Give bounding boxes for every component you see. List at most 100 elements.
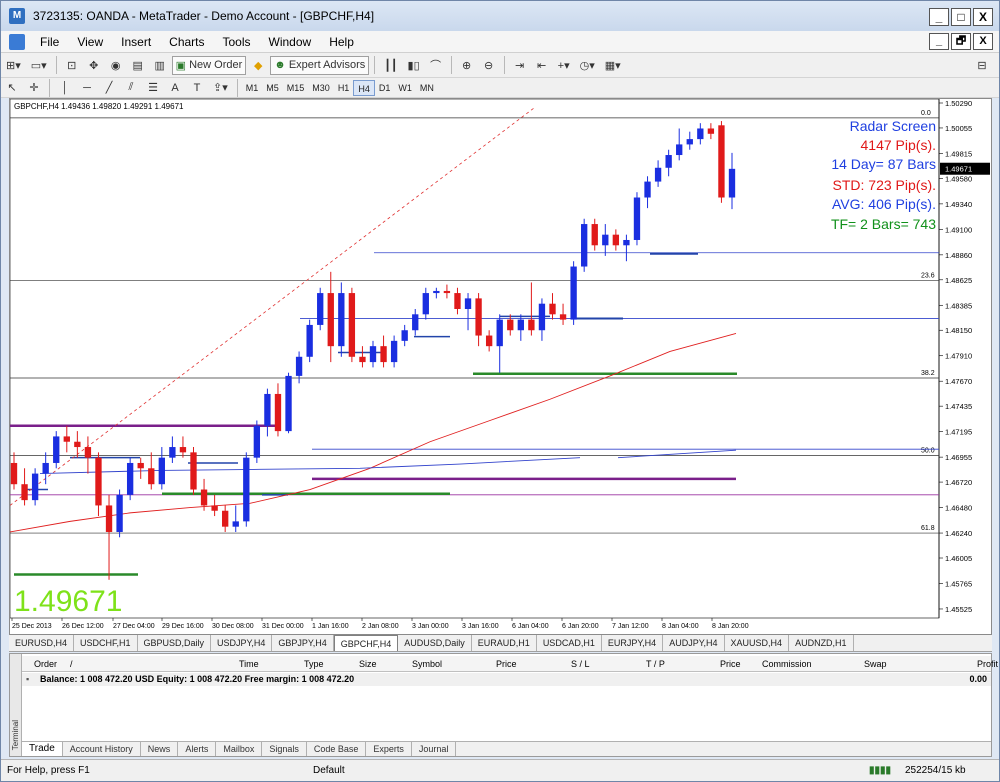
column-header-size[interactable]: Size — [359, 659, 377, 669]
menu-tools[interactable]: Tools — [214, 35, 260, 49]
candle — [496, 314, 503, 373]
timeframe-m5[interactable]: M5 — [262, 80, 283, 96]
chart-minimize-button[interactable]: _ — [929, 33, 949, 50]
chart-tab-gbpchf-h4[interactable]: GBPCHF,H4 — [333, 635, 399, 651]
zoom-in-icon[interactable]: ⊕ — [457, 56, 477, 75]
chart-window-icon[interactable] — [9, 33, 25, 50]
chart-close-button[interactable]: X — [973, 33, 993, 50]
periods-icon[interactable]: ◷▾ — [576, 56, 599, 75]
chart-tab-usdchf-h1[interactable]: USDCHF,H1 — [74, 635, 138, 651]
bar-chart-icon[interactable]: ┃┃ — [380, 56, 401, 75]
label-icon[interactable]: T — [187, 78, 207, 97]
terminal-tab-account-history[interactable]: Account History — [63, 742, 141, 756]
timeframe-w1[interactable]: W1 — [394, 80, 416, 96]
menu-view[interactable]: View — [68, 35, 112, 49]
column-header-symbol[interactable]: Symbol — [412, 659, 442, 669]
crosshair-icon[interactable]: ✛ — [24, 78, 44, 97]
maximize-button[interactable]: □ — [951, 8, 971, 26]
metaeditor-icon[interactable]: ◆ — [248, 56, 268, 75]
terminal-tab-experts[interactable]: Experts — [366, 742, 412, 756]
chart-tab-usdcad-h1[interactable]: USDCAD,H1 — [537, 635, 602, 651]
column-header-commission[interactable]: Commission — [762, 659, 812, 669]
chart-shift-icon[interactable]: ⇤ — [532, 56, 552, 75]
new-order-button[interactable]: ▣ New Order — [171, 55, 247, 75]
terminal-tab-signals[interactable]: Signals — [262, 742, 307, 756]
chart-window[interactable]: 1.50290 1.50055 1.49815 1.49580 1.49340 1.491… — [9, 98, 992, 635]
column-header-time[interactable]: Time — [239, 659, 259, 669]
text-icon[interactable]: A — [165, 78, 185, 97]
profiles-icon[interactable]: ▭▾ — [27, 56, 51, 75]
timeframe-m15[interactable]: M15 — [283, 80, 309, 96]
fibonacci-icon[interactable]: ☰ — [143, 78, 163, 97]
timeframe-mn[interactable]: MN — [416, 80, 438, 96]
column-header-s-l[interactable]: S / L — [571, 659, 590, 669]
column-header-profit[interactable]: Profit — [977, 659, 998, 669]
chart-tab-eurusd-h4[interactable]: EURUSD,H4 — [9, 635, 75, 651]
data-window-icon[interactable]: ◉ — [106, 56, 126, 75]
chart-tab-eurjpy-h4[interactable]: EURJPY,H4 — [602, 635, 664, 651]
strategy-tester-icon[interactable]: ▥ — [150, 56, 170, 75]
chart-tab-audjpy-h4[interactable]: AUDJPY,H4 — [663, 635, 725, 651]
terminal-tabs: Trade Account History News Alerts Mailbox Sig… — [22, 741, 991, 756]
trendline-icon[interactable]: ╱ — [99, 78, 119, 97]
terminal-tab-journal[interactable]: Journal — [412, 742, 457, 756]
column-header-order[interactable]: Order — [34, 659, 57, 669]
terminal-side-bar[interactable]: Terminal — [10, 654, 22, 756]
column-header-type[interactable]: Type — [304, 659, 324, 669]
chart-tab-euraud-h1[interactable]: EURAUD,H1 — [472, 635, 537, 651]
chart-tab-usdjpy-h4[interactable]: USDJPY,H4 — [211, 635, 273, 651]
status-profile[interactable]: Default — [313, 765, 345, 776]
toolbar-expand-icon[interactable]: ⊟ — [972, 56, 992, 75]
vertical-line-icon[interactable]: │ — [55, 78, 75, 97]
chart-restore-button[interactable]: 🗗 — [951, 33, 971, 50]
chart-tab-gbpjpy-h4[interactable]: GBPJPY,H4 — [272, 635, 334, 651]
menu-window[interactable]: Window — [260, 35, 321, 49]
column-header-price[interactable]: Price — [720, 659, 741, 669]
indicators-icon[interactable]: +▾ — [554, 56, 574, 75]
candle-body — [243, 457, 250, 522]
column-header-t-p[interactable]: T / P — [646, 659, 665, 669]
menu-file[interactable]: File — [31, 35, 68, 49]
column-header-price[interactable]: Price — [496, 659, 517, 669]
title-bar[interactable]: M 3723135: OANDA - MetaTrader - Demo Acc… — [1, 1, 999, 31]
market-watch-icon[interactable]: ⊡ — [62, 56, 82, 75]
new-chart-icon[interactable]: ⊞▾ — [2, 56, 25, 75]
close-button[interactable]: X — [973, 8, 993, 26]
menu-insert[interactable]: Insert — [112, 35, 160, 49]
menu-help[interactable]: Help — [320, 35, 363, 49]
expert-advisors-button[interactable]: ☻ Expert Advisors — [270, 55, 370, 75]
chart-tab-audusd-daily[interactable]: AUDUSD,Daily — [398, 635, 472, 651]
arrows-icon[interactable]: ⇪▾ — [209, 78, 232, 97]
terminal-tab-news[interactable]: News — [141, 742, 179, 756]
column-header--[interactable]: / — [70, 659, 73, 669]
channel-icon[interactable]: ⫽ — [121, 78, 141, 97]
x-tick-label: 3 Jan 16:00 — [462, 623, 499, 630]
balance-row[interactable]: ▪ Balance: 1 008 472.20 USD Equity: 1 00… — [22, 673, 991, 686]
minimize-button[interactable]: _ — [929, 8, 949, 26]
candlestick-icon[interactable]: ▮▯ — [404, 56, 424, 75]
cursor-icon[interactable]: ↖ — [2, 78, 22, 97]
navigator-icon[interactable]: ✥ — [84, 56, 104, 75]
price-chart[interactable]: 1.50290 1.50055 1.49815 1.49580 1.49340 1.491… — [10, 99, 991, 634]
auto-scroll-icon[interactable]: ⇥ — [510, 56, 530, 75]
terminal-tab-mailbox[interactable]: Mailbox — [216, 742, 263, 756]
chart-tab-gbpusd-daily[interactable]: GBPUSD,Daily — [138, 635, 212, 651]
timeframe-m1[interactable]: M1 — [242, 80, 263, 96]
horizontal-line-icon[interactable]: ─ — [77, 78, 97, 97]
line-chart-icon[interactable]: ⌒ — [426, 56, 446, 75]
zoom-out-icon[interactable]: ⊖ — [479, 56, 499, 75]
terminal-tab-code-base[interactable]: Code Base — [307, 742, 367, 756]
timeframe-d1[interactable]: D1 — [375, 80, 395, 96]
chart-tab-xauusd-h4[interactable]: XAUUSD,H4 — [725, 635, 790, 651]
column-header-swap[interactable]: Swap — [864, 659, 887, 669]
terminal-tab-alerts[interactable]: Alerts — [178, 742, 217, 756]
timeframe-h1[interactable]: H1 — [334, 80, 354, 96]
chart-tab-audnzd-h1[interactable]: AUDNZD,H1 — [789, 635, 854, 651]
timeframe-m30[interactable]: M30 — [308, 80, 334, 96]
terminal-icon[interactable]: ▤ — [128, 56, 148, 75]
menu-charts[interactable]: Charts — [160, 35, 213, 49]
x-tick-label: 26 Dec 12:00 — [62, 623, 104, 630]
templates-icon[interactable]: ▦▾ — [601, 56, 625, 75]
terminal-tab-trade[interactable]: Trade — [22, 742, 63, 756]
timeframe-h4[interactable]: H4 — [353, 79, 375, 96]
